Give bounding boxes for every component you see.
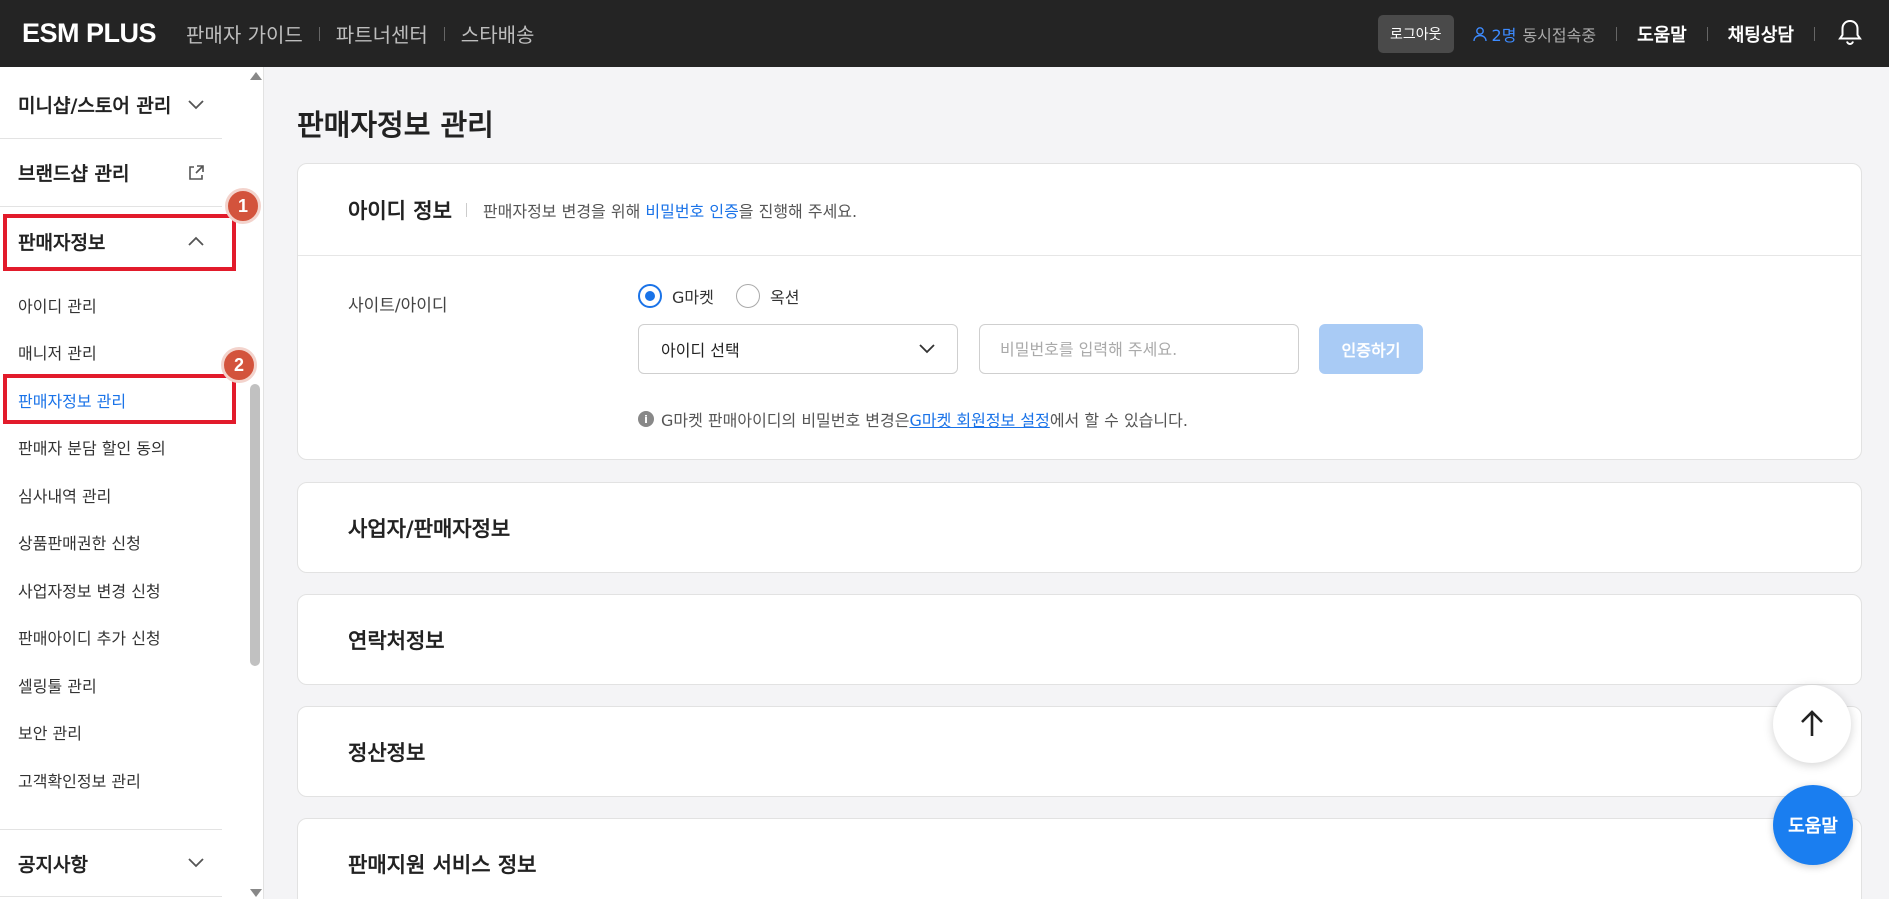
nav-divider xyxy=(318,26,320,41)
scroll-up-arrow-icon[interactable] xyxy=(250,72,262,80)
top-bar: ESM PLUS 판매자 가이드 파트너센터 스타배송 로그아웃 2명 동시접속… xyxy=(0,0,1889,67)
id-info-title: 아이디 정보 xyxy=(348,198,452,223)
nav-seller-guide[interactable]: 판매자 가이드 xyxy=(186,19,303,48)
radio-label: G마켓 xyxy=(672,288,714,307)
highlight-box-seller-info-manage xyxy=(3,374,236,424)
radio-auction[interactable]: 옥션 xyxy=(736,284,799,308)
sidebar-sub-add-seller-id[interactable]: 판매아이디 추가 신청 xyxy=(18,625,161,649)
sidebar-sub-sales-permission[interactable]: 상품판매권한 신청 xyxy=(18,530,141,554)
title-divider xyxy=(465,202,467,217)
id-select-value: 아이디 선택 xyxy=(661,341,740,360)
sidebar-sub-business-info-change[interactable]: 사업자정보 변경 신청 xyxy=(18,578,161,602)
id-info-header: 아이디 정보 판매자정보 변경을 위해 비밀번호 인증을 진행해 주세요. xyxy=(298,164,1861,256)
sidebar-item-label: 공지사항 xyxy=(18,853,88,876)
notice-text: G마켓 판매아이디의 비밀번호 변경은 xyxy=(661,411,910,430)
chat-consult-link[interactable]: 채팅상담 xyxy=(1728,21,1794,47)
section-title: 사업자/판매자정보 xyxy=(348,517,511,541)
help-link[interactable]: 도움말 xyxy=(1637,21,1687,47)
sidebar-item-label: 브랜드샵 관리 xyxy=(18,163,130,185)
bell-icon[interactable] xyxy=(1837,18,1863,50)
radio-unchecked-icon xyxy=(736,284,760,308)
top-nav: 판매자 가이드 파트너센터 스타배송 xyxy=(186,19,534,48)
id-info-description: 판매자정보 변경을 위해 비밀번호 인증을 진행해 주세요. xyxy=(483,198,857,222)
nav-star-delivery[interactable]: 스타배송 xyxy=(461,19,535,48)
section-title: 연락처정보 xyxy=(348,629,445,653)
header-divider xyxy=(1706,26,1708,41)
info-icon: i xyxy=(638,411,654,427)
radio-checked-icon xyxy=(638,284,662,308)
esm-plus-logo[interactable]: ESM PLUS xyxy=(22,18,157,49)
concurrent-users[interactable]: 2명 동시접속중 xyxy=(1472,22,1597,46)
chevron-down-icon xyxy=(188,99,204,109)
highlight-box-seller-info xyxy=(3,214,236,271)
nav-partner-center[interactable]: 파트너센터 xyxy=(336,19,428,48)
user-icon xyxy=(1472,26,1487,41)
desc-text: 을 진행해 주세요. xyxy=(738,201,858,221)
section-settlement-info[interactable]: 정산정보 xyxy=(297,706,1862,797)
sidebar-item-notice[interactable]: 공지사항 xyxy=(0,829,222,897)
nav-divider xyxy=(443,26,445,41)
sidebar-sub-id-manage[interactable]: 아이디 관리 xyxy=(18,293,97,317)
section-business-seller-info[interactable]: 사업자/판매자정보 xyxy=(297,482,1862,573)
sidebar-sub-discount-consent[interactable]: 판매자 분담 할인 동의 xyxy=(18,435,166,459)
gmarket-member-settings-link[interactable]: G마켓 회원정보 설정 xyxy=(909,407,1049,431)
sidebar-item-brandshop[interactable]: 브랜드샵 관리 xyxy=(0,139,222,207)
sidebar-item-ministore[interactable]: 미니샵/스토어 관리 xyxy=(0,71,222,139)
page-title: 판매자정보 관리 xyxy=(297,108,494,142)
section-title: 정산정보 xyxy=(348,741,426,765)
scroll-to-top-button[interactable] xyxy=(1773,685,1851,763)
sidebar-sub-review-history[interactable]: 심사내역 관리 xyxy=(18,483,111,507)
floating-help-button[interactable]: 도움말 xyxy=(1773,785,1853,865)
concurrent-text: 동시접속중 xyxy=(1522,25,1597,45)
sidebar-sub-security[interactable]: 보안 관리 xyxy=(18,720,82,744)
concurrent-count: 2명 xyxy=(1491,25,1517,45)
radio-gmarket[interactable]: G마켓 xyxy=(638,284,714,308)
header-divider xyxy=(1814,26,1815,41)
sidebar: 미니샵/스토어 관리 브랜드샵 관리 판매자정보 1 아이디 관리 매니저 관리… xyxy=(0,67,264,899)
chevron-down-icon xyxy=(188,858,204,868)
external-link-icon xyxy=(189,164,204,180)
sidebar-sub-selling-tool[interactable]: 셀링툴 관리 xyxy=(18,673,97,697)
password-change-notice: i G마켓 판매아이디의 비밀번호 변경은 G마켓 회원정보 설정 에서 할 수 … xyxy=(638,407,1188,431)
authenticate-button[interactable]: 인증하기 xyxy=(1319,324,1423,374)
id-select-dropdown[interactable]: 아이디 선택 xyxy=(638,324,958,374)
sidebar-scroll-thumb[interactable] xyxy=(250,384,260,666)
scroll-down-arrow-icon[interactable] xyxy=(250,889,262,897)
section-sales-support-info[interactable]: 판매지원 서비스 정보 xyxy=(297,818,1862,899)
sidebar-sub-customer-verify[interactable]: 고객확인정보 관리 xyxy=(18,768,141,792)
desc-text: 판매자정보 변경을 위해 xyxy=(482,201,646,221)
site-id-label: 사이트/아이디 xyxy=(348,296,448,316)
password-auth-highlight: 비밀번호 인증 xyxy=(645,201,739,221)
notice-text: 에서 할 수 있습니다. xyxy=(1049,411,1188,430)
header-divider xyxy=(1616,26,1618,41)
sidebar-sub-manager-manage[interactable]: 매니저 관리 xyxy=(18,340,97,364)
top-right-actions: 로그아웃 2명 동시접속중 도움말 채팅상담 xyxy=(1378,0,1889,67)
password-input[interactable] xyxy=(979,324,1299,374)
section-title: 판매지원 서비스 정보 xyxy=(348,853,537,877)
arrow-up-icon xyxy=(1801,710,1823,736)
section-contact-info[interactable]: 연락처정보 xyxy=(297,594,1862,685)
radio-label: 옥션 xyxy=(770,288,800,307)
id-info-card: 아이디 정보 판매자정보 변경을 위해 비밀번호 인증을 진행해 주세요. 사이… xyxy=(297,163,1862,460)
sidebar-item-label: 미니샵/스토어 관리 xyxy=(18,95,172,117)
logout-button[interactable]: 로그아웃 xyxy=(1378,14,1454,53)
chevron-down-icon xyxy=(919,344,935,354)
